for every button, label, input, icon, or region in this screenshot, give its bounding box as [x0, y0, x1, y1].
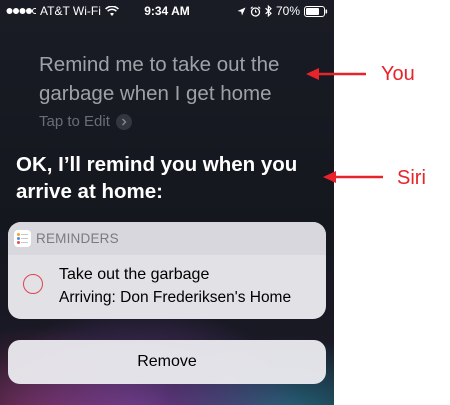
- reminder-card[interactable]: REMINDERS Take out the garbage Arriving:…: [8, 222, 326, 319]
- reminders-header-label: REMINDERS: [36, 231, 119, 246]
- reminder-subtitle: Arriving: Don Frederiksen's Home: [59, 289, 292, 306]
- phone-screen: AT&T Wi-Fi 9:34 AM 70% Remind me to take…: [0, 0, 334, 405]
- reminder-checkbox[interactable]: [23, 274, 43, 294]
- chevron-right-icon: [115, 113, 132, 130]
- user-query-text: Remind me to take out the garbage when I…: [39, 53, 280, 105]
- tap-to-edit-label: Tap to Edit: [39, 113, 110, 130]
- you-arrow: [306, 68, 366, 80]
- siri-response-text: OK, I’ll remind you when you arrive at h…: [16, 153, 298, 203]
- tap-to-edit[interactable]: Tap to Edit: [39, 113, 132, 130]
- reminder-item[interactable]: Take out the garbage Arriving: Don Frede…: [8, 255, 326, 319]
- siri-arrow: [323, 171, 383, 183]
- status-right: 70%: [237, 4, 328, 18]
- annotation-siri: Siri: [397, 167, 426, 189]
- status-bar: AT&T Wi-Fi 9:34 AM 70%: [0, 0, 334, 22]
- remove-button[interactable]: Remove: [8, 340, 326, 384]
- location-arrow-icon: [237, 7, 246, 15]
- annotation-you: You: [381, 63, 415, 85]
- bluetooth-icon: [265, 5, 272, 17]
- alarm-icon: [250, 5, 261, 17]
- reminder-card-header: REMINDERS: [8, 222, 326, 255]
- battery-icon: [304, 5, 328, 17]
- battery-percent: 70%: [275, 4, 300, 18]
- reminder-title: Take out the garbage: [59, 266, 210, 283]
- reminders-app-icon: [14, 230, 31, 247]
